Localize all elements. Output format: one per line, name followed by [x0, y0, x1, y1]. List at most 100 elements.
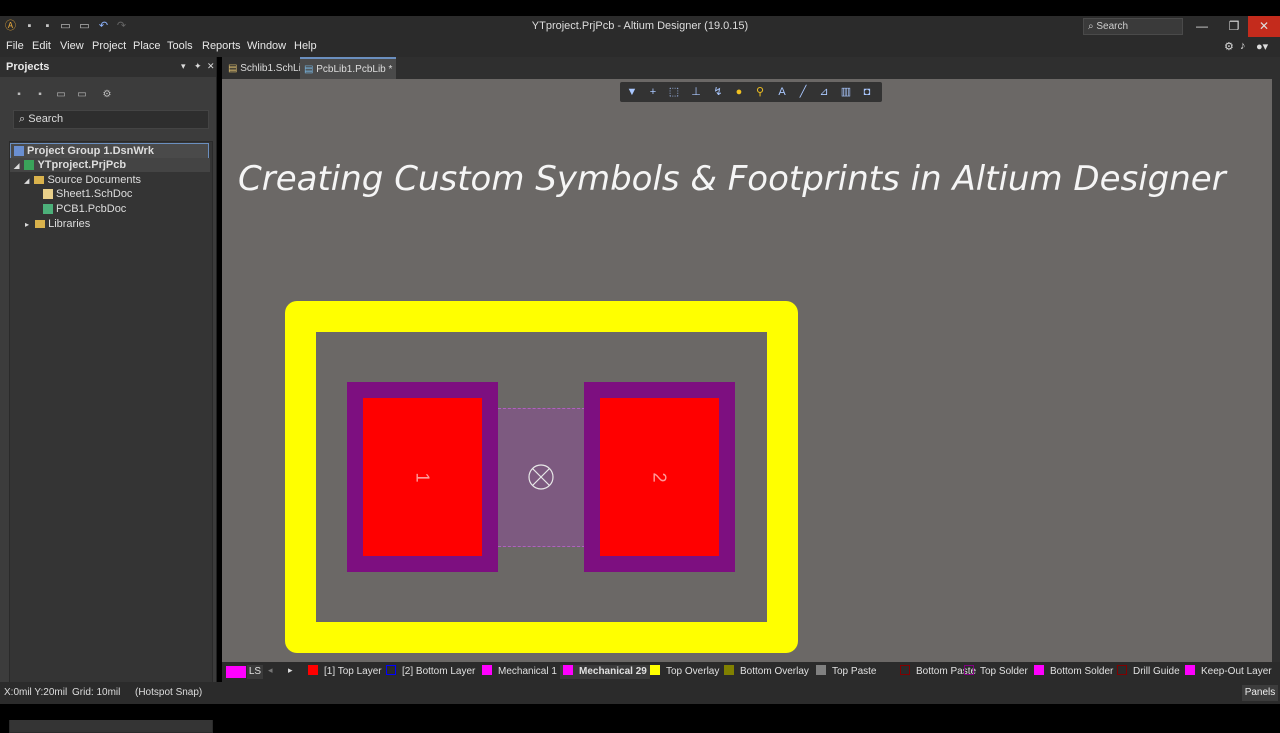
- pad-2-solder-mask[interactable]: 2: [584, 382, 735, 572]
- layer-tab-top-solder[interactable]: Top Solder: [964, 665, 1028, 679]
- close-button[interactable]: ✕: [1248, 16, 1280, 37]
- layer-set-button[interactable]: LS: [247, 665, 263, 679]
- align-icon[interactable]: ⊥: [689, 85, 703, 99]
- layer-tab-2-bottom-layer[interactable]: [2] Bottom Layer: [386, 665, 475, 679]
- scroll-right-icon[interactable]: ▸: [288, 665, 293, 676]
- user-account-icon[interactable]: ●▾: [1256, 40, 1268, 53]
- layer-tab-mechanical-1[interactable]: Mechanical 1: [482, 665, 557, 679]
- open-folder-icon[interactable]: ▭: [55, 89, 67, 101]
- pad-1[interactable]: 1: [363, 398, 482, 556]
- pad-2[interactable]: 2: [600, 398, 719, 556]
- origin-marker-icon: [528, 464, 554, 490]
- tree-item-project[interactable]: ◢ YTproject.PrjPcb: [10, 158, 210, 172]
- expand-arrow-icon[interactable]: ◢: [24, 178, 29, 185]
- layer-tab-label: Top Solder: [980, 666, 1028, 677]
- menu-reports[interactable]: Reports: [202, 40, 241, 52]
- menu-tools[interactable]: Tools: [167, 40, 193, 52]
- filter-icon[interactable]: ▼: [625, 85, 639, 99]
- menu-window[interactable]: Window: [247, 40, 286, 52]
- notifications-bell-icon[interactable]: ♪: [1240, 40, 1246, 52]
- tree-item-label: PCB1.PcbDoc: [56, 203, 127, 215]
- move-cross-icon[interactable]: +: [646, 85, 660, 99]
- snap-mode: (Hotspot Snap): [135, 687, 203, 698]
- layer-tab-bottom-overlay[interactable]: Bottom Overlay: [724, 665, 809, 679]
- layer-color-swatch: [308, 665, 318, 675]
- menu-place[interactable]: Place: [133, 40, 161, 52]
- collapse-arrow-icon[interactable]: ▸: [25, 220, 29, 229]
- layer-color-swatch: [650, 665, 660, 675]
- pcb-project-icon: [24, 160, 35, 170]
- layer-tab-bottom-solder[interactable]: Bottom Solder: [1034, 665, 1113, 679]
- pcb-doc-icon: [43, 204, 53, 214]
- restore-button[interactable]: ❐: [1218, 16, 1250, 37]
- layer-tab-top-overlay[interactable]: Top Overlay: [650, 665, 719, 679]
- vertical-scrollbar[interactable]: [1272, 57, 1280, 682]
- tree-item-label: Libraries: [48, 218, 91, 230]
- minimize-button[interactable]: —: [1186, 16, 1218, 37]
- place-region-icon[interactable]: ◘: [860, 85, 874, 99]
- tab-schlib1[interactable]: ▤ Schlib1.SchLib: [224, 59, 310, 79]
- video-overlay-title: Creating Custom Symbols & Footprints in …: [238, 159, 1226, 199]
- tree-item-pcb1[interactable]: PCB1.PcbDoc: [43, 202, 126, 216]
- folder-icon: [35, 220, 46, 228]
- panel-menu-chevron-icon[interactable]: ▾: [181, 61, 186, 72]
- document-tabs: ▤ Schlib1.SchLib ▤ PcbLib1.PcbLib *: [222, 57, 1280, 81]
- tab-pcblib1[interactable]: ▤ PcbLib1.PcbLib *: [300, 57, 397, 81]
- layer-color-swatch: [482, 665, 492, 675]
- layer-tab-keep-out-layer[interactable]: Keep-Out Layer: [1185, 665, 1272, 679]
- layer-tab-label: Top Overlay: [666, 666, 720, 677]
- layer-tab-1-top-layer[interactable]: [1] Top Layer: [308, 665, 382, 679]
- menu-help[interactable]: Help: [294, 40, 317, 52]
- layer-tab-label: Mechanical 29: [579, 666, 647, 677]
- settings-gear-icon[interactable]: ⚙: [1224, 40, 1234, 53]
- projects-search-input[interactable]: ⌕ Search: [13, 110, 209, 129]
- tree-item-label: Project Group 1.DsnWrk: [27, 145, 154, 157]
- open-project-folder-icon[interactable]: ▭: [76, 89, 88, 101]
- layer-color-swatch: [1034, 665, 1044, 675]
- layer-color-swatch: [964, 665, 974, 675]
- place-text-icon[interactable]: A: [775, 85, 789, 99]
- layer-tab-mechanical-29[interactable]: Mechanical 29: [560, 665, 650, 679]
- tree-item-source-documents[interactable]: ◢ Source Documents: [10, 173, 141, 187]
- current-layer-swatch[interactable]: [226, 666, 246, 678]
- place-dimension-icon[interactable]: ⊿: [817, 85, 831, 99]
- select-area-icon[interactable]: ⬚: [667, 85, 681, 99]
- projects-panel-title: Projects: [6, 61, 50, 73]
- place-room-icon[interactable]: ▥: [839, 85, 853, 99]
- panels-button[interactable]: Panels: [1242, 685, 1278, 701]
- cursor-coordinates: X:0mil Y:20mil: [4, 687, 68, 698]
- projects-search-placeholder: Search: [28, 113, 64, 125]
- expand-arrow-icon[interactable]: ◢: [14, 163, 19, 170]
- status-bar: X:0mil Y:20mil Grid: 10mil (Hotspot Snap…: [0, 682, 1280, 704]
- tree-item-libraries[interactable]: ▸ Libraries: [10, 217, 90, 231]
- panel-pin-icon[interactable]: ✦: [194, 61, 202, 72]
- pad-1-designator: 1: [412, 471, 433, 483]
- menu-project[interactable]: Project: [92, 40, 126, 52]
- global-search-input[interactable]: ⌕ Search: [1083, 18, 1183, 35]
- place-via-icon[interactable]: ⚲: [753, 85, 767, 99]
- place-pad-icon[interactable]: ●: [732, 85, 746, 99]
- scroll-left-icon[interactable]: ◂: [268, 665, 273, 676]
- pcb-editor-canvas[interactable]: ▼ + ⬚ ⊥ ↯ ● ⚲ A ╱ ⊿ ▥ ◘ Creating Custom …: [222, 79, 1272, 662]
- place-track-icon[interactable]: ↯: [711, 85, 725, 99]
- tab-label: PcbLib1.PcbLib *: [316, 64, 393, 75]
- menu-view[interactable]: View: [60, 40, 84, 52]
- tree-item-project-group[interactable]: Project Group 1.DsnWrk: [10, 143, 209, 159]
- search-icon: ⌕: [1088, 21, 1094, 32]
- tree-item-label: Sheet1.SchDoc: [56, 188, 133, 200]
- menu-edit[interactable]: Edit: [32, 40, 51, 52]
- panel-settings-gear-icon[interactable]: ⚙: [101, 89, 113, 101]
- title-bar: Ⓐ ▪ ▪ ▭ ▭ ↶ ↷ YTproject.PrjPcb - Altium …: [0, 16, 1280, 37]
- tree-item-sheet1[interactable]: Sheet1.SchDoc: [43, 187, 132, 201]
- layer-color-swatch: [724, 665, 734, 675]
- place-line-icon[interactable]: ╱: [796, 85, 810, 99]
- layer-color-swatch: [386, 665, 396, 675]
- pad-1-solder-mask[interactable]: 1: [347, 382, 498, 572]
- layer-tab-drill-guide[interactable]: Drill Guide: [1117, 665, 1180, 679]
- layer-tab-top-paste[interactable]: Top Paste: [816, 665, 876, 679]
- save-project-icon[interactable]: ▪: [34, 89, 46, 101]
- panel-close-icon[interactable]: ✕: [207, 61, 215, 72]
- projects-panel: Projects ▾ ✦ ✕ ▪ ▪ ▭ ▭ ⚙ ⌕ Search Projec…: [0, 57, 217, 733]
- save-document-icon[interactable]: ▪: [13, 89, 25, 101]
- menu-file[interactable]: File: [6, 40, 24, 52]
